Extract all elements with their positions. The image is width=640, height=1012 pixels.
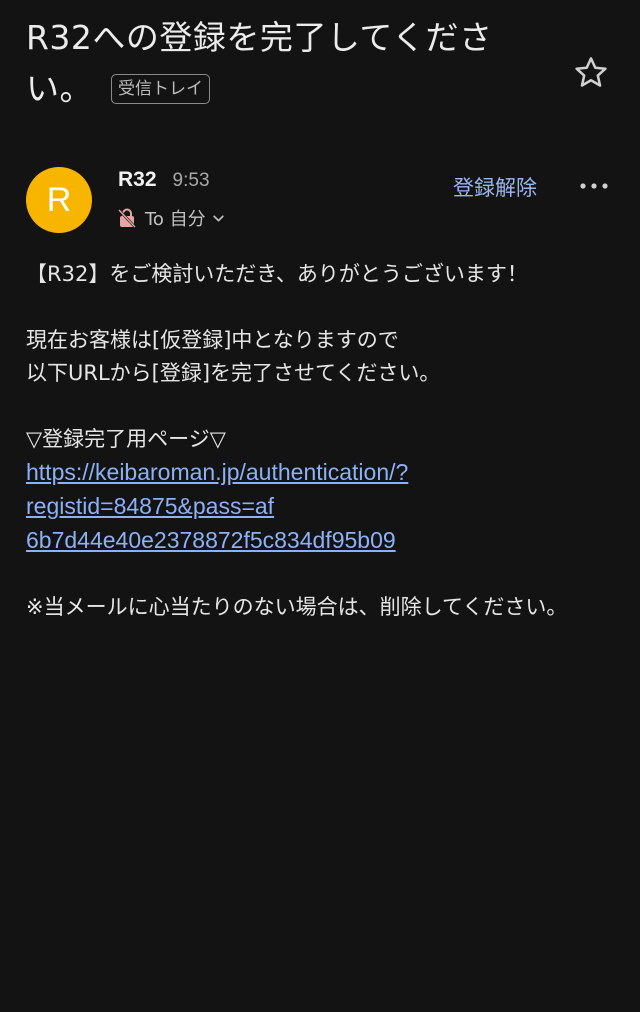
- sender-avatar[interactable]: R: [26, 167, 92, 233]
- registration-link-line-2: registid=84875&pass=af: [26, 493, 275, 519]
- lock-warning-icon: [118, 208, 136, 228]
- body-page-heading: ▽登録完了用ページ▽: [26, 427, 226, 451]
- subject-line-2: い。: [26, 69, 93, 108]
- subject-line-1: R32への登録を完了してくださ: [26, 18, 493, 57]
- registration-link[interactable]: https://keibaroman.jp/authentication/? r…: [26, 459, 408, 553]
- body-paragraph-thanks: 【R32】をご検討いただき、ありがとうございます！: [26, 262, 528, 286]
- unsubscribe-link[interactable]: 登録解除: [453, 172, 537, 202]
- inbox-label-chip[interactable]: 受信トレイ: [111, 73, 210, 104]
- sender-row[interactable]: R32 9:53: [118, 168, 210, 192]
- recipient-text: To 自分: [145, 209, 206, 230]
- sent-time: 9:53: [172, 170, 210, 191]
- recipient-details-toggle[interactable]: To 自分: [118, 205, 225, 231]
- email-body: 【R32】をご検討いただき、ありがとうございます！ 現在お客様は[仮登録]中とな…: [26, 258, 616, 624]
- sender-name: R32: [118, 168, 157, 191]
- body-paragraph-status-1: 現在お客様は[仮登録]中となりますので: [26, 328, 399, 352]
- star-icon[interactable]: [572, 54, 610, 92]
- chevron-down-icon: [212, 214, 224, 222]
- body-paragraph-disclaimer: ※当メールに心当たりのない場合は、削除してください。: [26, 595, 568, 619]
- more-options-icon[interactable]: [578, 174, 610, 198]
- email-subject: R32への登録を完了してくださ い。 受信トレイ: [26, 12, 546, 114]
- body-paragraph-status-2: 以下URLから[登録]を完了させてください。: [26, 361, 441, 385]
- registration-link-line-1: https://keibaroman.jp/authentication/?: [26, 459, 409, 485]
- registration-link-line-3: 6b7d44e40e2378872f5c834df95b09: [26, 527, 396, 553]
